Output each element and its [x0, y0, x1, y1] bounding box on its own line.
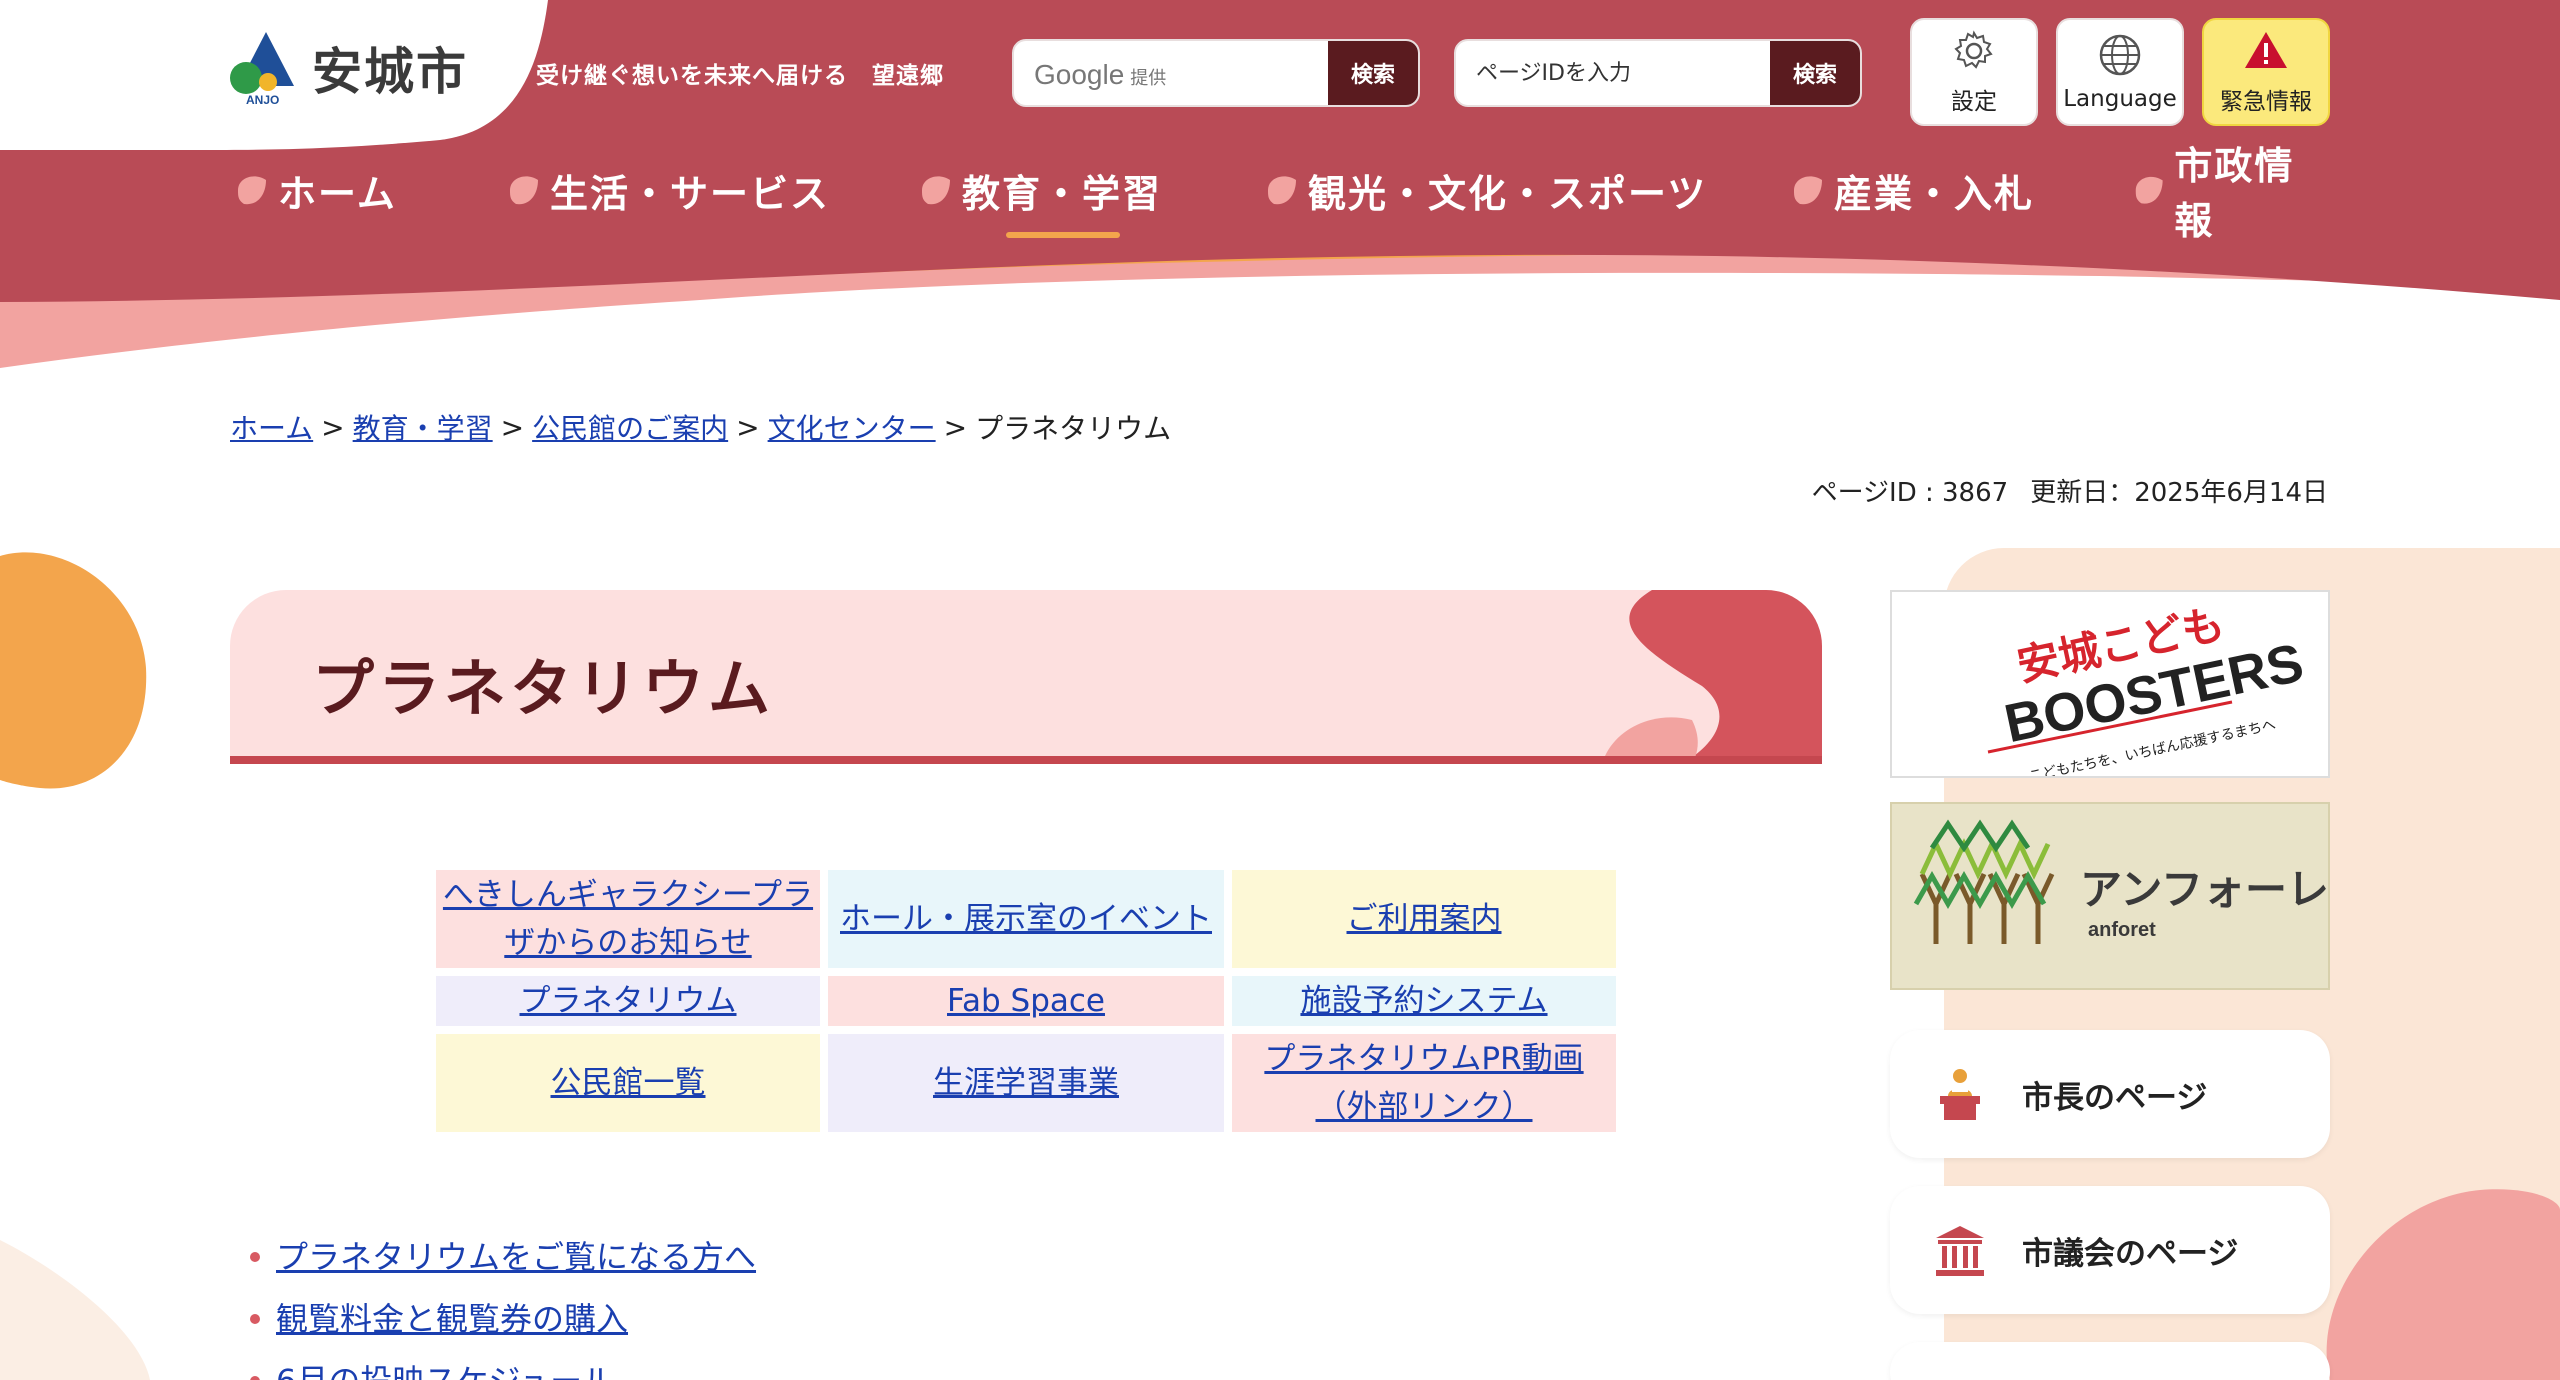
link-community-center-list[interactable]: 公民館一覧 — [551, 1059, 706, 1107]
updated-date: 更新日：2025年6月14日 — [2030, 478, 2328, 508]
emergency-label: 緊急情報 — [2220, 89, 2312, 115]
nav-life-services[interactable]: 生活・サービス — [504, 160, 830, 220]
link-cell: プラネタリウムPR動画（外部リンク） — [1232, 1034, 1616, 1132]
list-item: プラネタリウムをご覧になる方へ — [250, 1226, 756, 1288]
global-nav: ホーム 生活・サービス 教育・学習 観光・文化・スポーツ 産業・入札 市政情報 — [228, 144, 2328, 243]
petal-icon — [1794, 176, 1822, 205]
page-title-box: プラネタリウム — [230, 590, 1822, 764]
page-meta: ページID : 3867 更新日：2025年6月14日 — [1812, 472, 2328, 509]
link-planetarium-pr-video[interactable]: プラネタリウムPR動画（外部リンク） — [1238, 1035, 1610, 1131]
link-cell: 施設予約システム — [1232, 976, 1616, 1026]
site-header: ANJO 安城市 受け継ぐ想いを未来へ届ける 望遠郷 Google提供 検索 検… — [0, 0, 2560, 370]
anforet-banner[interactable]: アンフォーレ anforet — [1890, 802, 2330, 990]
link-cell: ご利用案内 — [1232, 870, 1616, 968]
warning-icon — [2245, 32, 2287, 68]
link-fab-space[interactable]: Fab Space — [947, 977, 1105, 1025]
breadcrumb-community-centers[interactable]: 公民館のご案内 — [532, 407, 728, 447]
breadcrumb-education[interactable]: 教育・学習 — [353, 407, 493, 447]
boosters-logo-icon: 安城こども BOOSTERS こどもたちを、いちばん応援するまちへ — [1987, 599, 2308, 776]
breadcrumb-home[interactable]: ホーム — [230, 407, 313, 447]
link-cell: 生涯学習事業 — [828, 1034, 1224, 1132]
assembly-page-card[interactable]: 市議会のページ — [1890, 1186, 2330, 1314]
title-decoration — [1605, 590, 1822, 756]
petal-icon — [922, 176, 950, 205]
globe-icon — [2099, 34, 2141, 76]
language-button[interactable]: Language — [2056, 18, 2184, 126]
google-search-button[interactable]: 検索 — [1328, 41, 1418, 105]
link-reservation-system[interactable]: 施設予約システム — [1300, 977, 1547, 1025]
emergency-info-button[interactable]: 緊急情報 — [2202, 18, 2330, 126]
petal-icon — [1268, 176, 1296, 205]
assembly-icon — [1936, 1226, 1984, 1276]
link-planetarium[interactable]: プラネタリウム — [520, 977, 737, 1025]
site-name: 安城市 — [312, 43, 468, 101]
link-usage-guide[interactable]: ご利用案内 — [1347, 895, 1502, 943]
page-title: プラネタリウム — [312, 652, 775, 725]
page-id-search-button[interactable]: 検索 — [1770, 41, 1860, 105]
bullet-dot — [250, 1376, 260, 1380]
nav-active-indicator — [1006, 232, 1120, 238]
link-for-visitors[interactable]: プラネタリウムをご覧になる方へ — [276, 1226, 756, 1288]
bullet-dot — [250, 1314, 260, 1324]
anforet-logo-icon: アンフォーレ anforet — [1913, 819, 2329, 944]
orange-blob-decoration — [0, 552, 147, 789]
page-id: ページID : 3867 — [1811, 478, 2009, 508]
nav-education[interactable]: 教育・学習 — [916, 160, 1162, 220]
link-cell: 公民館一覧 — [436, 1034, 820, 1132]
bullet-dot — [250, 1252, 260, 1262]
settings-button[interactable]: 設定 — [1910, 18, 2038, 126]
assembly-page-label: 市議会のページ — [2022, 1235, 2239, 1272]
breadcrumb: ホーム > 教育・学習 > 公民館のご案内 > 文化センター > プラネタリウム — [230, 407, 1171, 447]
breadcrumb-current: プラネタリウム — [975, 412, 1172, 445]
link-galaxy-plaza-news[interactable]: へきしんギャラクシープラザからのお知らせ — [442, 871, 814, 967]
link-cell: ホール・展示室のイベント — [828, 870, 1224, 968]
gear-icon — [1954, 30, 1993, 69]
link-june-schedule[interactable]: 6月の投映スケジュール — [276, 1350, 614, 1380]
link-cell: Fab Space — [828, 976, 1224, 1026]
nav-tourism-culture-sports[interactable]: 観光・文化・スポーツ — [1262, 160, 1707, 220]
site-logo[interactable]: ANJO 安城市 — [228, 30, 468, 106]
nav-industry-bidding[interactable]: 産業・入札 — [1788, 160, 2034, 220]
mayor-page-card[interactable]: 市長のページ — [1890, 1030, 2330, 1158]
anchor-link-list: プラネタリウムをご覧になる方へ 観覧料金と観覧券の購入 6月の投映スケジュール — [250, 1226, 756, 1380]
svg-text:anforet: anforet — [2088, 919, 2156, 941]
mayor-page-label: 市長のページ — [2022, 1079, 2208, 1116]
breadcrumb-culture-center[interactable]: 文化センター — [768, 407, 936, 447]
language-label: Language — [2063, 86, 2177, 112]
nav-city-government[interactable]: 市政情報 — [2130, 144, 2328, 243]
svg-text:ANJO: ANJO — [246, 93, 279, 106]
facility-link-grid: へきしんギャラクシープラザからのお知らせ ホール・展示室のイベント ご利用案内 … — [436, 870, 1616, 1132]
petal-icon — [238, 176, 266, 205]
list-item: 観覧料金と観覧券の購入 — [250, 1288, 756, 1350]
cream-blob-decoration — [0, 1240, 150, 1380]
mayor-icon — [1940, 1069, 1980, 1120]
link-fees-tickets[interactable]: 観覧料金と観覧券の購入 — [276, 1288, 628, 1350]
link-hall-events[interactable]: ホール・展示室のイベント — [840, 895, 1212, 943]
google-search-input[interactable] — [1014, 41, 1328, 105]
link-cell: へきしんギャラクシープラザからのお知らせ — [436, 870, 820, 968]
pink-blob-decoration — [2326, 1189, 2560, 1380]
page-id-input[interactable] — [1456, 41, 1770, 105]
kodomo-boosters-banner[interactable]: 安城こども BOOSTERS こどもたちを、いちばん応援するまちへ — [1890, 590, 2330, 778]
link-lifelong-learning[interactable]: 生涯学習事業 — [933, 1059, 1119, 1107]
petal-icon — [2135, 176, 2163, 204]
page-id-search-box: 検索 — [1454, 39, 1862, 107]
side-card-partial[interactable] — [1890, 1342, 2330, 1380]
petal-icon — [510, 176, 538, 205]
google-search-box: Google 提供 検索 — [1012, 39, 1420, 107]
list-item: 6月の投映スケジュール — [250, 1350, 756, 1380]
anjo-logo-icon: ANJO — [230, 32, 294, 106]
nav-home[interactable]: ホーム — [232, 160, 397, 220]
site-tagline: 受け継ぐ想いを未来へ届ける 望遠郷 — [536, 63, 944, 89]
svg-text:アンフォーレ: アンフォーレ — [2080, 865, 2329, 914]
link-cell: プラネタリウム — [436, 976, 820, 1026]
settings-label: 設定 — [1951, 89, 1997, 115]
